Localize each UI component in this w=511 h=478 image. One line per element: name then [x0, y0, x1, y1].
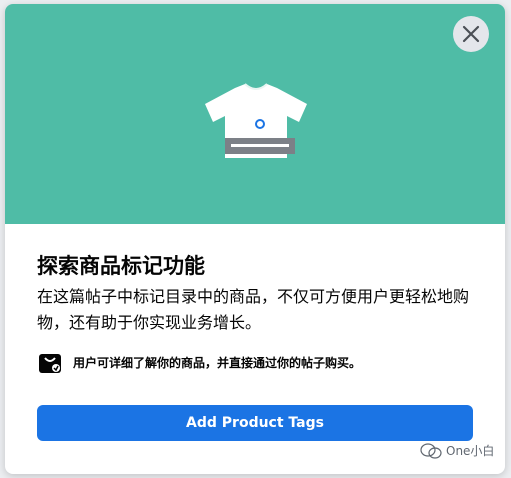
watermark-text: One小白	[446, 444, 495, 458]
hero-banner	[5, 4, 505, 224]
add-product-tags-button[interactable]: Add Product Tags	[37, 405, 473, 441]
dialog-title: 探索商品标记功能	[37, 254, 205, 278]
tshirt-tag-icon	[205, 83, 307, 158]
wechat-icon	[420, 442, 442, 459]
dialog-content: 探索商品标记功能 在这篇帖子中标记目录中的商品，不仅可方便用户更轻松地购物，还有…	[37, 252, 477, 336]
shopping-bag-icon	[39, 354, 61, 373]
watermark: One小白	[420, 442, 494, 459]
close-icon	[462, 25, 480, 43]
close-button[interactable]	[453, 16, 489, 52]
feature-text: 用户可详细了解你的商品，并直接通过你的帖子购买。	[73, 355, 362, 370]
feature-row: 用户可详细了解你的商品，并直接通过你的帖子购买。	[37, 349, 477, 375]
product-tags-dialog: 探索商品标记功能 在这篇帖子中标记目录中的商品，不仅可方便用户更轻松地购物，还有…	[5, 4, 505, 474]
dialog-description: 在这篇帖子中标记目录中的商品，不仅可方便用户更轻松地购物，还有助于你实现业务增长…	[37, 287, 470, 332]
